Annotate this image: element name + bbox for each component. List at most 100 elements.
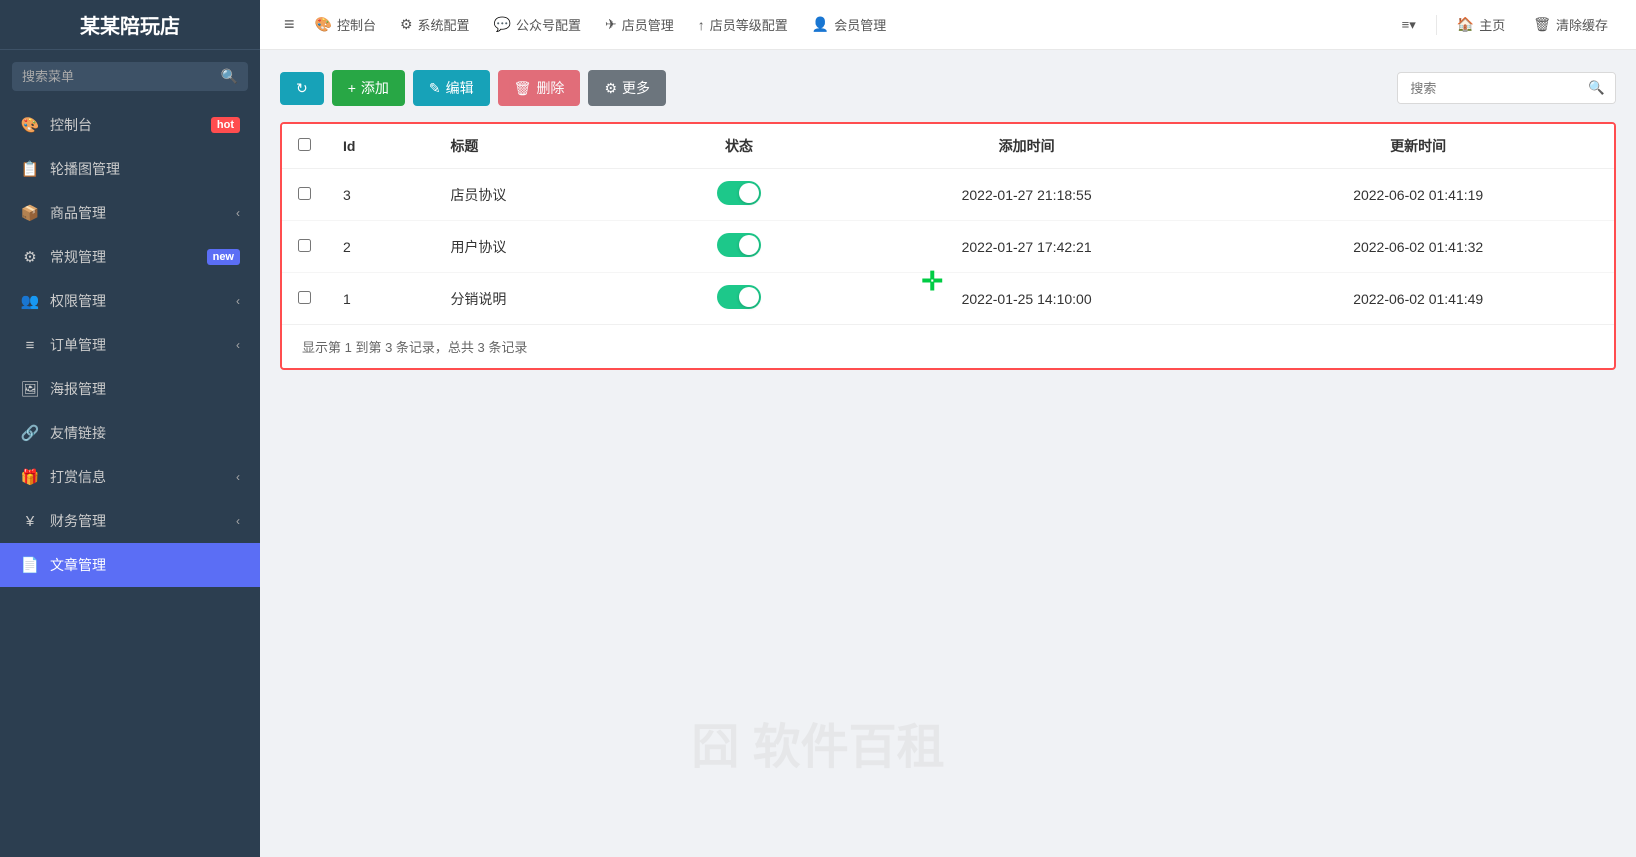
topnav-home-label: 主页 bbox=[1479, 15, 1505, 34]
sidebar-item-console[interactable]: 🎨 控制台 hot bbox=[0, 103, 260, 147]
search-icon[interactable]: 🔍 bbox=[221, 68, 238, 85]
sidebar-item-reward[interactable]: 🎁 打赏信息 ‹ bbox=[0, 455, 260, 499]
row-title: 分销说明 bbox=[434, 273, 647, 325]
sidebar-search-container: 🔍 bbox=[12, 62, 248, 91]
row-checkbox[interactable] bbox=[298, 187, 311, 200]
sidebar-item-goods[interactable]: 📦 商品管理 ‹ bbox=[0, 191, 260, 235]
status-toggle[interactable] bbox=[717, 181, 761, 205]
search-button[interactable]: 🔍 bbox=[1578, 73, 1615, 103]
row-update-time: 2022-06-02 01:41:19 bbox=[1222, 169, 1614, 221]
topnav-sysconfig[interactable]: ⚙ 系统配置 bbox=[388, 15, 482, 34]
row-checkbox-cell bbox=[282, 221, 327, 273]
refresh-button[interactable]: ↻ bbox=[280, 72, 324, 105]
main-content: ↻ + 添加 ✎ 编辑 🗑 删除 ⚙ 更多 bbox=[260, 50, 1636, 857]
sidebar-item-carousel[interactable]: 📋 轮播图管理 bbox=[0, 147, 260, 191]
row-title: 店员协议 bbox=[434, 169, 647, 221]
sidebar-item-finance[interactable]: ¥ 财务管理 ‹ bbox=[0, 499, 260, 543]
row-title: 用户协议 bbox=[434, 221, 647, 273]
topnav-console-label: 控制台 bbox=[337, 15, 376, 34]
sidebar-item-general[interactable]: ⚙ 常规管理 new bbox=[0, 235, 260, 279]
hot-badge: hot bbox=[211, 117, 240, 133]
chevron-right-icon: ‹ bbox=[236, 294, 240, 308]
sidebar-item-label: 权限管理 bbox=[50, 291, 226, 311]
toolbar-search: 🔍 bbox=[1397, 72, 1616, 104]
row-checkbox[interactable] bbox=[298, 239, 311, 252]
poster-icon: 🖼 bbox=[20, 380, 40, 398]
row-add-time: 2022-01-27 21:18:55 bbox=[831, 169, 1223, 221]
console-icon: 🎨 bbox=[20, 116, 40, 134]
sidebar: 某某陪玩店 🔍 🎨 控制台 hot 📋 轮播图管理 📦 商品管理 ‹ ⚙ 常规管… bbox=[0, 0, 260, 857]
chevron-right-icon: ‹ bbox=[236, 470, 240, 484]
edit-button[interactable]: ✎ 编辑 bbox=[413, 70, 490, 106]
sidebar-item-label: 订单管理 bbox=[50, 335, 226, 355]
gear-icon: ⚙ bbox=[604, 80, 617, 97]
permission-icon: 👥 bbox=[20, 292, 40, 310]
member-nav-icon: 👤 bbox=[812, 16, 829, 33]
topnav-menu-toggle[interactable]: ≡▾ bbox=[1390, 17, 1428, 33]
chevron-right-icon: ‹ bbox=[236, 206, 240, 220]
select-all-checkbox[interactable] bbox=[298, 138, 311, 151]
table-row: 3 店员协议 2022-01-27 21:18:55 2022-06-02 01… bbox=[282, 169, 1614, 221]
topnav-wechat-label: 公众号配置 bbox=[516, 15, 581, 34]
delete-button[interactable]: 🗑 删除 bbox=[498, 70, 581, 106]
top-nav: ≡ 🎨 控制台 ⚙ 系统配置 💬 公众号配置 ✈ 店员管理 ↑ 店员等级配置 bbox=[260, 0, 1636, 50]
general-icon: ⚙ bbox=[20, 248, 40, 266]
sidebar-item-order[interactable]: ≡ 订单管理 ‹ bbox=[0, 323, 260, 367]
row-add-time: 2022-01-27 17:42:21 bbox=[831, 221, 1223, 273]
col-title: 标题 bbox=[434, 124, 647, 169]
edit-icon: ✎ bbox=[429, 80, 441, 97]
topnav-home[interactable]: 🏠 主页 bbox=[1445, 15, 1517, 34]
col-add-time: 添加时间 bbox=[831, 124, 1223, 169]
row-checkbox[interactable] bbox=[298, 291, 311, 304]
topnav-staff-label: 店员管理 bbox=[622, 15, 674, 34]
sidebar-logo: 某某陪玩店 bbox=[0, 0, 260, 50]
add-button[interactable]: + 添加 bbox=[332, 70, 405, 106]
more-button[interactable]: ⚙ 更多 bbox=[588, 70, 666, 106]
goods-icon: 📦 bbox=[20, 204, 40, 222]
col-status: 状态 bbox=[647, 124, 831, 169]
topnav-wechat[interactable]: 💬 公众号配置 bbox=[482, 15, 593, 34]
edit-label: 编辑 bbox=[446, 78, 474, 98]
status-toggle[interactable] bbox=[717, 233, 761, 257]
delete-label: 删除 bbox=[536, 78, 564, 98]
sidebar-item-label: 文章管理 bbox=[50, 555, 240, 575]
col-checkbox bbox=[282, 124, 327, 169]
order-icon: ≡ bbox=[20, 337, 40, 354]
table-header-row: Id 标题 状态 添加时间 更新时间 bbox=[282, 124, 1614, 169]
sidebar-item-label: 控制台 bbox=[50, 115, 201, 135]
sysconfig-nav-icon: ⚙ bbox=[400, 16, 413, 33]
topnav-clear-cache[interactable]: 🗑 清除缓存 bbox=[1521, 15, 1620, 34]
reward-icon: 🎁 bbox=[20, 468, 40, 486]
row-status bbox=[647, 221, 831, 273]
topnav-console[interactable]: 🎨 控制台 bbox=[303, 15, 388, 34]
delete-icon: 🗑 bbox=[514, 80, 532, 97]
hamburger-icon[interactable]: ≡ bbox=[276, 14, 303, 35]
add-label: 添加 bbox=[361, 78, 389, 98]
sidebar-item-label: 商品管理 bbox=[50, 203, 226, 223]
sidebar-item-label: 打赏信息 bbox=[50, 467, 226, 487]
topnav-level[interactable]: ↑ 店员等级配置 bbox=[686, 15, 800, 34]
topnav-staff[interactable]: ✈ 店员管理 bbox=[593, 15, 686, 34]
article-icon: 📄 bbox=[20, 556, 40, 574]
sidebar-item-article[interactable]: 📄 文章管理 bbox=[0, 543, 260, 587]
row-update-time: 2022-06-02 01:41:32 bbox=[1222, 221, 1614, 273]
sidebar-item-permission[interactable]: 👥 权限管理 ‹ bbox=[0, 279, 260, 323]
sidebar-item-label: 常规管理 bbox=[50, 247, 197, 267]
sidebar-item-poster[interactable]: 🖼 海报管理 bbox=[0, 367, 260, 411]
row-status bbox=[647, 273, 831, 325]
finance-icon: ¥ bbox=[20, 513, 40, 530]
plus-icon: + bbox=[348, 80, 356, 96]
row-id: 3 bbox=[327, 169, 434, 221]
wechat-nav-icon: 💬 bbox=[494, 16, 511, 33]
console-nav-icon: 🎨 bbox=[315, 16, 332, 33]
data-table-container: Id 标题 状态 添加时间 更新时间 3 店员协议 bbox=[280, 122, 1616, 370]
search-input[interactable] bbox=[22, 69, 213, 84]
clear-cache-icon: 🗑 bbox=[1533, 16, 1551, 33]
sidebar-item-friendlink[interactable]: 🔗 友情链接 bbox=[0, 411, 260, 455]
status-toggle[interactable] bbox=[717, 285, 761, 309]
table-row: 1 分销说明 2022-01-25 14:10:00 2022-06-02 01… bbox=[282, 273, 1614, 325]
search-input[interactable] bbox=[1398, 74, 1578, 103]
home-icon: 🏠 bbox=[1457, 16, 1474, 33]
row-id: 2 bbox=[327, 221, 434, 273]
topnav-member[interactable]: 👤 会员管理 bbox=[800, 15, 898, 34]
